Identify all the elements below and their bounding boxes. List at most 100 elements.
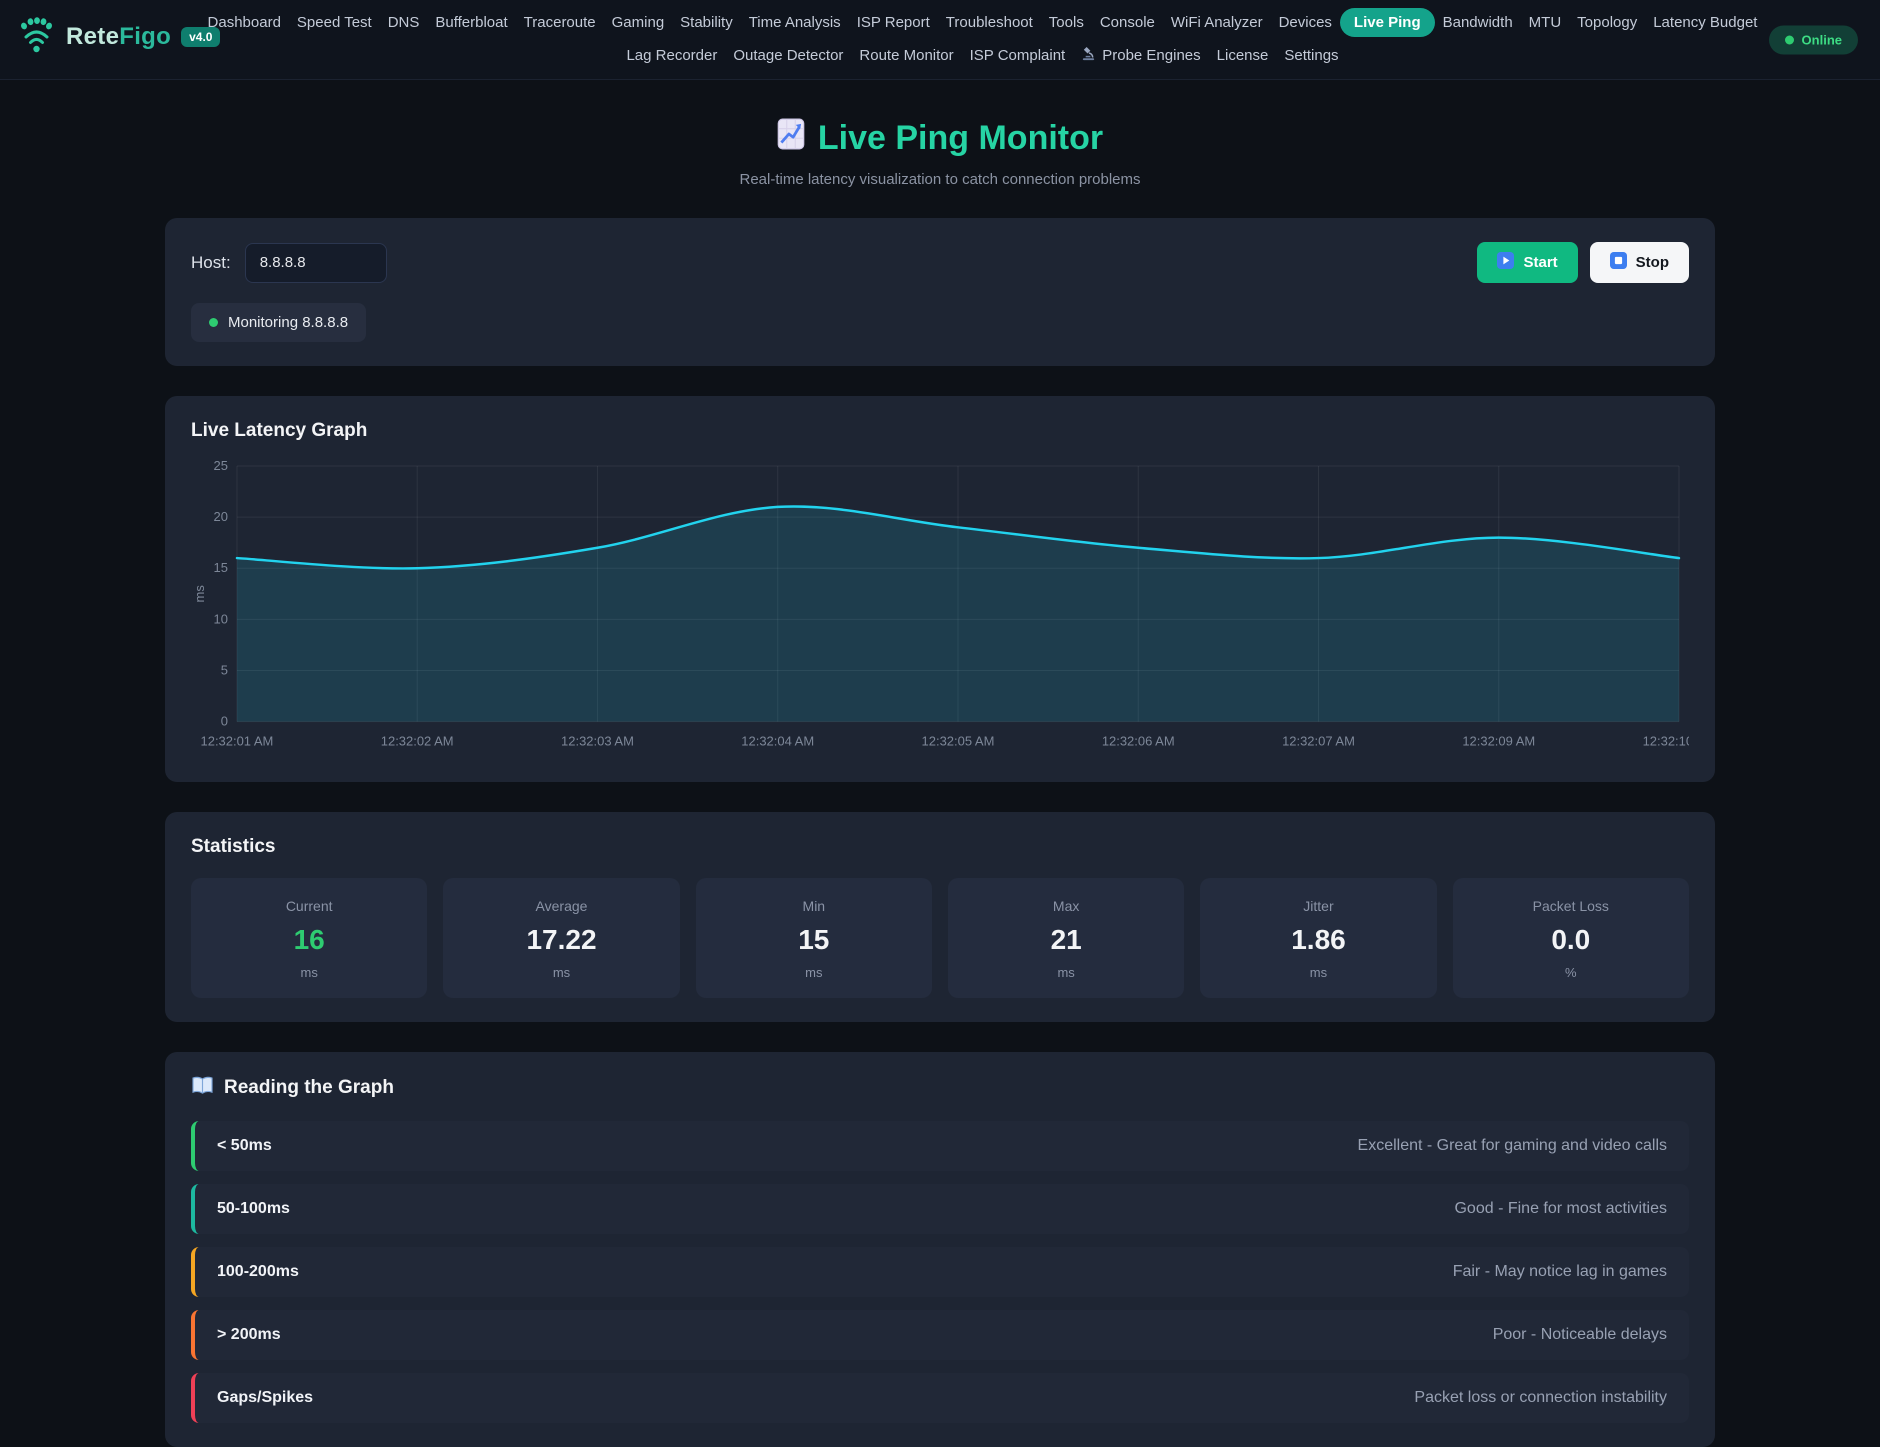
svg-text:5: 5 (221, 663, 228, 678)
nav-item-devices[interactable]: Devices (1271, 8, 1340, 37)
nav-item-bandwidth[interactable]: Bandwidth (1435, 8, 1521, 37)
stat-value: 15 (706, 924, 922, 956)
stat-value: 17.22 (453, 924, 669, 956)
statistics-title: Statistics (191, 836, 1689, 858)
nav-item-lag-recorder[interactable]: Lag Recorder (618, 41, 725, 70)
nav-item-isp-report[interactable]: ISP Report (849, 8, 938, 37)
nav-item-tools[interactable]: Tools (1041, 8, 1092, 37)
svg-text:ms: ms (192, 585, 207, 603)
nav-item-dns[interactable]: DNS (380, 8, 428, 37)
version-badge: v4.0 (181, 27, 220, 47)
stat-card-max: Max 21 ms (948, 878, 1184, 998)
stat-card-jitter: Jitter1.86ms (1200, 878, 1436, 998)
legend-range: Gaps/Spikes (217, 1389, 313, 1407)
stat-label: Min (706, 898, 922, 914)
stat-value: 21 (958, 924, 1174, 956)
nav-item-route-monitor[interactable]: Route Monitor (851, 41, 961, 70)
status-badge: Online (1769, 25, 1858, 54)
host-label: Host: (191, 253, 231, 273)
svg-text:12:32:05 AM: 12:32:05 AM (922, 734, 995, 749)
nav-row-primary: DashboardSpeed TestDNSBufferbloatTracero… (200, 8, 1766, 37)
legend-row--200ms: > 200ms Poor - Noticeable delays (191, 1310, 1689, 1360)
start-button[interactable]: Start (1477, 242, 1577, 283)
legend-description: Excellent - Great for gaming and video c… (1358, 1137, 1667, 1155)
nav-item-stability[interactable]: Stability (672, 8, 741, 37)
nav-item-live-ping[interactable]: Live Ping (1340, 8, 1435, 37)
nav-item-settings[interactable]: Settings (1276, 41, 1346, 70)
reading-guide-card: Reading the Graph < 50ms Excellent - Grea… (165, 1052, 1715, 1447)
stat-card-min: Min 15 ms (696, 878, 932, 998)
online-dot-icon (1785, 35, 1794, 44)
svg-text:10: 10 (214, 611, 228, 626)
nav-item-time-analysis[interactable]: Time Analysis (741, 8, 849, 37)
nav-item-topology[interactable]: Topology (1569, 8, 1645, 37)
monitoring-dot-icon (209, 318, 218, 327)
statistics-card: Statistics Current 16 ms Average 17.22 ms Min 1… (165, 812, 1715, 1022)
stat-label: Max (958, 898, 1174, 914)
stat-card-average: Average 17.22 ms (443, 878, 679, 998)
nav-item-latency-budget[interactable]: Latency Budget (1645, 8, 1765, 37)
stop-button[interactable]: Stop (1590, 242, 1689, 283)
stop-icon (1610, 252, 1627, 273)
app-logo[interactable]: ReteFigo v4.0 (16, 13, 220, 60)
monitoring-status-badge: Monitoring 8.8.8.8 (191, 303, 366, 342)
legend-row-100-200ms: 100-200ms Fair - May notice lag in games (191, 1247, 1689, 1297)
host-input[interactable] (245, 243, 387, 283)
legend-range: 50-100ms (217, 1200, 290, 1218)
chart-increasing-icon (777, 118, 805, 159)
nav-item-console[interactable]: Console (1092, 8, 1163, 37)
stat-unit: ms (453, 965, 669, 980)
nav-item-probe-engines[interactable]: Probe Engines (1073, 40, 1208, 71)
stat-value: 0.0 (1463, 924, 1679, 956)
controls-card: Host: Start Stop Monitoring 8. (165, 218, 1715, 366)
nav-item-license[interactable]: License (1209, 41, 1277, 70)
nav-item-troubleshoot[interactable]: Troubleshoot (938, 8, 1041, 37)
legend-range: > 200ms (217, 1326, 281, 1344)
open-book-icon (191, 1076, 214, 1101)
stats-grid: Current 16 ms Average 17.22 ms Min 15 ms Max 21 ms J… (191, 878, 1689, 998)
stat-unit: % (1463, 965, 1679, 980)
page-header: Live Ping Monitor Real-time latency visu… (0, 118, 1880, 188)
stat-unit: ms (201, 965, 417, 980)
legend-rows: < 50ms Excellent - Great for gaming and v… (191, 1121, 1689, 1423)
nav-item-mtu[interactable]: MTU (1521, 8, 1570, 37)
legend-description: Good - Fine for most activities (1454, 1200, 1667, 1218)
nav-item-gaming[interactable]: Gaming (604, 8, 673, 37)
nav-item-wifi-analyzer[interactable]: WiFi Analyzer (1163, 8, 1271, 37)
stat-unit: ms (958, 965, 1174, 980)
svg-text:12:32:06 AM: 12:32:06 AM (1102, 734, 1175, 749)
nav-item-speed-test[interactable]: Speed Test (289, 8, 380, 37)
nav-menu: DashboardSpeed TestDNSBufferbloatTracero… (185, 8, 1780, 71)
svg-text:20: 20 (214, 509, 228, 524)
stat-label: Jitter (1210, 898, 1426, 914)
chart-title: Live Latency Graph (191, 420, 1689, 442)
nav-item-isp-complaint[interactable]: ISP Complaint (962, 41, 1074, 70)
top-navbar: ReteFigo v4.0 DashboardSpeed TestDNSBuff… (0, 0, 1880, 80)
legend-range: < 50ms (217, 1137, 272, 1155)
stat-label: Average (453, 898, 669, 914)
stat-unit: ms (706, 965, 922, 980)
app-name: ReteFigo (66, 23, 171, 51)
svg-text:12:32:09 AM: 12:32:09 AM (1462, 734, 1535, 749)
legend-description: Poor - Noticeable delays (1493, 1326, 1667, 1344)
stat-label: Packet Loss (1463, 898, 1679, 914)
legend-range: 100-200ms (217, 1263, 299, 1281)
legend-row-gaps-spikes: Gaps/SpikesPacket loss or connection ins… (191, 1373, 1689, 1423)
latency-graph-card: Live Latency Graph 051015202512:32:01 AM… (165, 396, 1715, 782)
stat-label: Current (201, 898, 417, 914)
reading-title: Reading the Graph (191, 1076, 1689, 1101)
live-latency-chart: 051015202512:32:01 AM12:32:02 AM12:32:03… (191, 458, 1689, 758)
stat-card-current: Current 16 ms (191, 878, 427, 998)
svg-text:12:32:07 AM: 12:32:07 AM (1282, 734, 1355, 749)
svg-text:12:32:03 AM: 12:32:03 AM (561, 734, 634, 749)
stat-value: 16 (201, 924, 417, 956)
svg-text:12:32:10 AM: 12:32:10 AM (1643, 734, 1689, 749)
legend-description: Fair - May notice lag in games (1453, 1263, 1667, 1281)
nav-item-traceroute[interactable]: Traceroute (516, 8, 604, 37)
play-icon (1497, 252, 1514, 273)
svg-text:25: 25 (214, 458, 228, 473)
nav-item-outage-detector[interactable]: Outage Detector (725, 41, 851, 70)
legend-row--50ms: < 50ms Excellent - Great for gaming and v… (191, 1121, 1689, 1171)
nav-row-secondary: Lag RecorderOutage DetectorRoute Monitor… (618, 40, 1346, 71)
nav-item-bufferbloat[interactable]: Bufferbloat (427, 8, 515, 37)
